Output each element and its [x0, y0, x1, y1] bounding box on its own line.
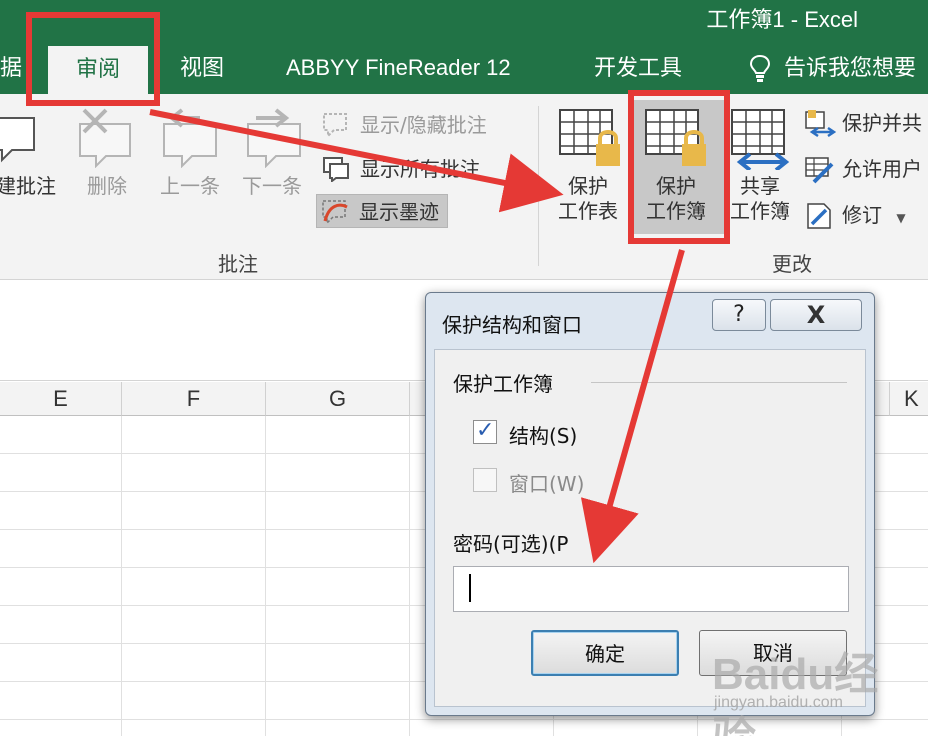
changes-group-label: 更改: [772, 252, 812, 276]
column-header-f[interactable]: F: [122, 382, 266, 416]
protect-sheet-label-line1: 保护: [568, 174, 608, 198]
new-comment-button[interactable]: 建批注: [0, 174, 60, 199]
watermark-url: jingyan.baidu.com: [714, 694, 843, 711]
show-all-comments-label: 显示所有批注: [360, 157, 480, 181]
track-changes-button[interactable]: 修订 ▼: [804, 198, 906, 232]
lightbulb-icon: [749, 54, 771, 82]
grid-line: [121, 416, 122, 736]
chevron-down-icon: ▼: [896, 211, 906, 225]
column-header-e[interactable]: E: [0, 382, 122, 416]
show-ink-icon: [322, 200, 348, 225]
highlight-box-review-tab: [26, 12, 160, 106]
ribbon: 建批注 删除 上一条 下一条 显示/隐藏批注 显示所有批注 显示墨迹 批注 保护…: [0, 94, 928, 280]
grid-line: [409, 416, 410, 736]
column-header-k[interactable]: K: [890, 382, 928, 416]
password-label: 密码(可选)(P: [453, 532, 569, 556]
column-header-g[interactable]: G: [266, 382, 410, 416]
new-comment-icon: [0, 117, 35, 163]
show-hide-comment-label: 显示/隐藏批注: [360, 113, 487, 137]
window-label: 窗口(W): [509, 472, 585, 496]
share-workbook-label-line1: 共享: [740, 174, 780, 198]
delete-comment-icon: [79, 108, 131, 168]
grid-line: [265, 416, 266, 736]
allow-users-edit-icon: [805, 157, 834, 184]
allow-users-button[interactable]: 允许用户: [804, 152, 922, 186]
tab-data[interactable]: 据: [0, 42, 22, 94]
structure-checkbox[interactable]: ✓: [473, 418, 497, 444]
previous-comment-icon: [163, 108, 217, 168]
protect-and-share-icon: [805, 110, 836, 138]
structure-label: 结构(S): [509, 424, 578, 448]
dialog-title: 保护结构和窗口: [442, 313, 582, 337]
text-caret: [469, 574, 471, 602]
baidu-watermark: Baidu经验 jingyan.baidu.com: [712, 638, 912, 736]
checkmark-icon: ✓: [476, 418, 495, 443]
delete-comment-button[interactable]: 删除: [80, 174, 134, 199]
next-comment-button[interactable]: 下一条: [234, 174, 310, 199]
section-label: 保护工作簿: [453, 372, 553, 396]
share-workbook-button[interactable]: 共享 工作簿: [724, 174, 796, 224]
tab-tell-me[interactable]: 告诉我您想要: [784, 42, 916, 94]
tab-abbyy[interactable]: ABBYY FineReader 12: [286, 42, 511, 94]
comments-group-label: 批注: [218, 252, 258, 276]
window-title: 工作簿1 - Excel: [706, 7, 858, 32]
show-ink-button[interactable]: 显示墨迹: [316, 194, 448, 228]
help-button[interactable]: ?: [712, 299, 766, 331]
show-all-comments-button[interactable]: 显示所有批注: [318, 152, 480, 186]
ok-button[interactable]: 确定: [531, 630, 679, 676]
close-button[interactable]: X: [770, 299, 862, 331]
allow-users-label: 允许用户: [842, 157, 922, 181]
highlight-box-protect-workbook: [628, 90, 730, 244]
show-all-comments-icon: [323, 157, 349, 182]
show-hide-comment-button[interactable]: 显示/隐藏批注: [318, 108, 487, 142]
share-workbook-icon: [731, 109, 790, 170]
protect-and-share-button[interactable]: 保护并共: [804, 106, 922, 140]
protect-sheet-label-line2: 工作表: [558, 199, 618, 223]
tab-view[interactable]: 视图: [180, 42, 224, 94]
next-comment-icon: [247, 108, 301, 168]
section-divider: [591, 382, 847, 383]
show-ink-label: 显示墨迹: [359, 200, 439, 224]
track-changes-label: 修订: [842, 203, 882, 227]
protect-sheet-icon: [559, 109, 620, 166]
protect-and-share-label: 保护并共: [842, 111, 922, 135]
watermark-logo: Baidu经验: [712, 650, 879, 736]
protect-sheet-button[interactable]: 保护 工作表: [552, 174, 624, 224]
group-separator: [538, 106, 539, 266]
track-changes-icon: [807, 203, 831, 229]
window-checkbox[interactable]: [473, 468, 497, 492]
tab-developer[interactable]: 开发工具: [594, 42, 682, 94]
password-input[interactable]: [453, 566, 849, 612]
show-hide-comment-icon: [323, 113, 347, 138]
share-workbook-label-line2: 工作簿: [730, 199, 790, 223]
previous-comment-button[interactable]: 上一条: [152, 174, 228, 199]
